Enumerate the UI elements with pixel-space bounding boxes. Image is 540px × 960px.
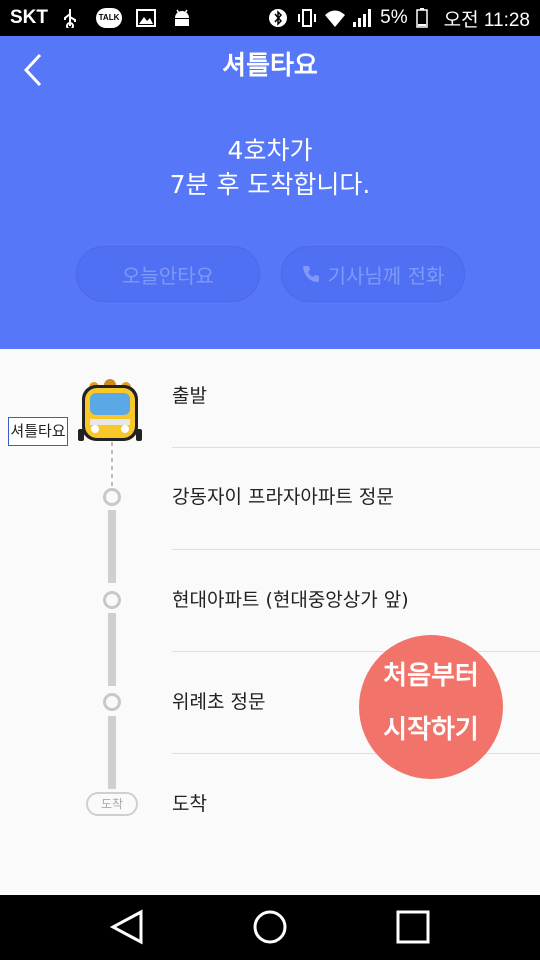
route-line xyxy=(108,613,116,686)
header: 셔틀타요 4호차가 7분 후 도착합니다. 오늘안타요 기사님께 전화 xyxy=(0,36,540,349)
restart-label-line2: 시작하기 xyxy=(383,715,479,745)
battery-percent: 5% xyxy=(380,7,408,28)
arrival-message-line2: 7분 후 도착합니다. xyxy=(169,170,371,199)
image-icon xyxy=(136,8,158,28)
stop-label: 출발 xyxy=(172,385,207,407)
stop-label: 현대아파트 (현대중앙상가 앞) xyxy=(172,589,409,611)
stop-marker xyxy=(103,591,121,609)
route-panel: 셔틀타요 출발 강동자이 프라자아파트 정문 현대아파트 (현대중앙상가 앞) … xyxy=(0,349,540,895)
bus-icon xyxy=(76,379,144,447)
stop-marker xyxy=(103,488,121,506)
phone-icon xyxy=(302,266,319,282)
android-icon xyxy=(172,8,194,28)
stop-marker xyxy=(103,693,121,711)
absent-today-label: 오늘안타요 xyxy=(122,263,214,288)
clock: 오전 11:28 xyxy=(443,9,530,31)
call-driver-label: 기사님께 전화 xyxy=(327,263,445,288)
route-line xyxy=(108,716,116,789)
stop-label: 강동자이 프라자아파트 정문 xyxy=(172,486,394,508)
battery-icon xyxy=(415,8,436,28)
carrier-label: SKT xyxy=(10,7,48,28)
nav-home-button[interactable] xyxy=(250,909,290,945)
triangle-back-icon xyxy=(109,909,143,945)
route-dotted-line xyxy=(111,442,113,486)
wifi-icon xyxy=(324,8,346,28)
signal-icon xyxy=(352,8,372,28)
arrival-message: 4호차가 7분 후 도착합니다. xyxy=(0,134,540,202)
usb-icon xyxy=(60,8,82,30)
route-line xyxy=(108,510,116,583)
stop-label: 위례초 정문 xyxy=(172,691,266,713)
status-bar: SKT TALK 5% 오전 11:28 xyxy=(0,0,540,36)
arrival-message-line1: 4호차가 xyxy=(227,136,313,165)
square-recents-icon xyxy=(396,910,430,944)
absent-today-button[interactable]: 오늘안타요 xyxy=(76,246,260,302)
stop-label: 도착 xyxy=(172,793,207,815)
nav-recents-button[interactable] xyxy=(393,909,433,945)
call-driver-button[interactable]: 기사님께 전화 xyxy=(281,246,465,302)
circle-home-icon xyxy=(253,910,287,944)
page-title: 셔틀타요 xyxy=(222,51,318,81)
divider xyxy=(172,447,540,448)
kakaotalk-icon: TALK xyxy=(96,8,122,28)
nav-back-button[interactable] xyxy=(107,909,147,945)
restart-button[interactable]: 처음부터 시작하기 xyxy=(359,635,503,779)
vibrate-icon xyxy=(296,8,317,28)
divider xyxy=(172,549,540,550)
bluetooth-icon xyxy=(268,8,288,28)
bus-name-tag: 셔틀타요 xyxy=(8,417,68,446)
nav-bar xyxy=(0,895,540,960)
arrive-badge: 도착 xyxy=(86,792,138,816)
restart-label-line1: 처음부터 xyxy=(383,661,479,691)
